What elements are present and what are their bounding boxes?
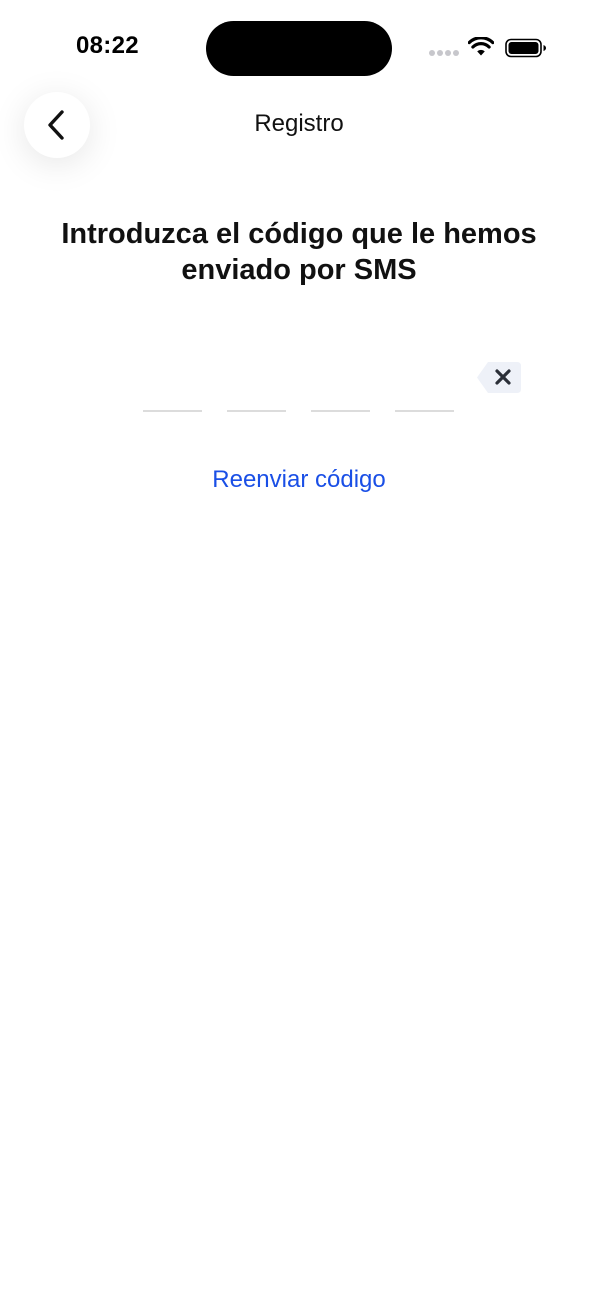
dynamic-island — [206, 21, 392, 76]
code-digit-2[interactable] — [227, 372, 286, 412]
code-digit-1[interactable] — [143, 372, 202, 412]
sms-code-input[interactable] — [143, 372, 454, 412]
resend-code-link[interactable]: Reenviar código — [0, 466, 598, 494]
status-time: 08:22 — [76, 32, 139, 59]
battery-icon — [505, 38, 546, 58]
code-digit-3[interactable] — [311, 372, 370, 412]
backspace-clear-icon — [477, 362, 521, 393]
instruction-heading: Introduzca el código que le hemos enviad… — [61, 218, 537, 286]
status-bar: 08:22 — [0, 0, 598, 96]
cellular-signal-icon — [429, 50, 459, 56]
wifi-icon — [468, 37, 494, 56]
code-digit-4[interactable] — [395, 372, 454, 412]
clear-code-button[interactable] — [476, 361, 521, 394]
page-title: Registro — [254, 110, 344, 137]
